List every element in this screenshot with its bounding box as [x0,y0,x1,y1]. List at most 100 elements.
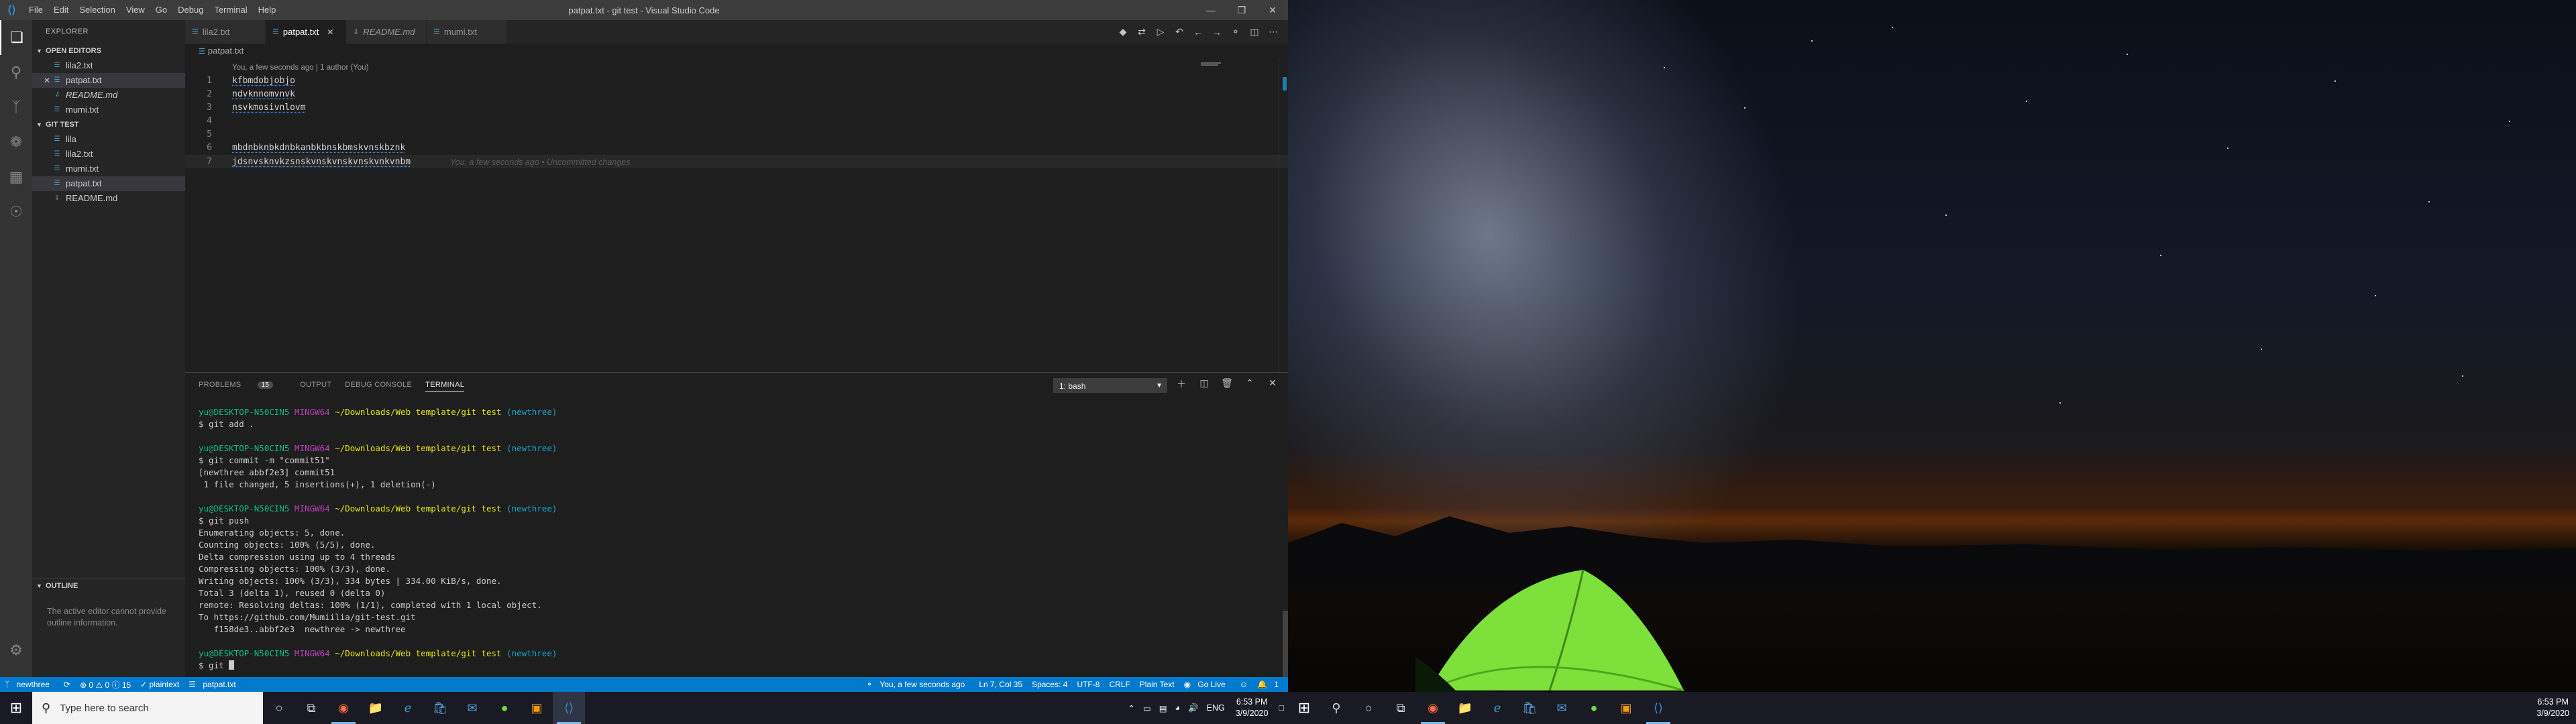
tab-output[interactable]: OUTPUT [300,381,331,389]
cortana-icon[interactable]: ○ [1352,692,1385,724]
firefox-icon[interactable]: ◉ [327,692,360,724]
menu-view[interactable]: View [121,0,150,20]
encoding-status[interactable]: UTF-8 [1072,680,1104,689]
indentation-status[interactable]: Spaces: 4 [1027,680,1072,689]
windows-start-icon[interactable]: ⊞ [1288,692,1320,724]
notifications-status[interactable]: 🔔 1 [1252,680,1288,689]
outline-header[interactable]: ▼ OUTLINE [32,578,185,593]
search-icon[interactable]: ⚲ [1320,692,1352,724]
blame-status[interactable]: ⚬ You, a few seconds ago [861,680,974,689]
run-icon[interactable]: ▷ [1151,26,1170,38]
source-control-icon[interactable]: ᛉ [0,90,32,125]
tab-readme[interactable]: ⇓ README.md [346,20,427,44]
language-indicator[interactable]: ENG [1203,703,1229,713]
file-explorer-icon[interactable]: 📁 [1449,692,1481,724]
split-terminal-icon[interactable]: ◫ [1193,377,1216,391]
cursor-position[interactable]: Ln 7, Col 35 [974,680,1027,689]
maximize-icon[interactable]: ❐ [1226,0,1257,20]
file-item[interactable]: ☰ lila2.txt [32,147,185,162]
menu-file[interactable]: File [23,0,48,20]
mail-icon[interactable]: ✉ [456,692,488,724]
taskbar-search[interactable]: ⚲ Type here to search [32,692,263,724]
app-orange-icon[interactable]: ▣ [1610,692,1642,724]
go-back-icon[interactable]: ↶ [1170,26,1189,38]
overview-ruler[interactable] [1279,58,1288,372]
breadcrumb[interactable]: ☰ patpat.txt [185,44,244,58]
upwork-icon[interactable]: ● [488,692,521,724]
prev-change-icon[interactable]: ← [1189,27,1208,38]
file-item[interactable]: ☰ mumi.txt [32,162,185,176]
close-icon[interactable]: ✕ [42,73,52,88]
tab-debug-console[interactable]: DEBUG CONSOLE [345,381,412,389]
task-view-icon[interactable]: ⧉ [1385,692,1417,724]
codelens-blame[interactable]: You, a few seconds ago | 1 author (You) [232,64,369,72]
firefox-icon[interactable]: ◉ [1417,692,1449,724]
plaintext-status[interactable]: ✓ plaintext [136,680,184,689]
feedback-icon[interactable]: ☺ [1235,680,1252,689]
terminal-output[interactable]: yu@DESKTOP-N50CIN5 MINGW64 ~/Downloads/W… [199,406,1272,672]
menu-go[interactable]: Go [150,0,172,20]
task-view-icon[interactable]: ⧉ [295,692,327,724]
terminal-select[interactable]: 1: bash ▼ [1053,378,1167,393]
network-icon[interactable]: ▤ [1155,703,1171,713]
next-change-icon[interactable]: → [1208,27,1226,38]
close-icon[interactable]: ✕ [1257,0,1288,20]
search-icon[interactable]: ⚲ [0,55,32,90]
debug-icon[interactable]: ❁ [0,125,32,160]
edge-icon[interactable]: ℯ [392,692,424,724]
split-editor-icon[interactable]: ◫ [1245,26,1264,38]
problems-status[interactable]: ⊗ 0 ⚠ 0 ⓘ 15 [75,679,136,690]
git-test-header[interactable]: ▼ GIT TEST [32,117,185,132]
terminal-input-line[interactable]: $ git [199,660,1272,672]
store-icon[interactable]: 🛍 [424,692,456,724]
file-item[interactable]: ☰ patpat.txt [32,176,185,191]
minimap[interactable] [1201,62,1228,68]
wifi-icon[interactable]: ◕ [1171,703,1185,713]
action-center-icon[interactable]: □ [1275,703,1288,713]
open-editors-header[interactable]: ▼ OPEN EDITORS [32,44,185,58]
gear-icon[interactable]: ⚙ [0,633,32,668]
upwork-icon[interactable]: ● [1578,692,1610,724]
file-status[interactable]: ☰ patpat.txt [184,680,245,689]
open-editor-item[interactable]: ⇓ README.md [32,88,185,103]
language-status[interactable]: Plain Text [1135,680,1179,689]
tab-mumi[interactable]: ☰ mumi.txt [427,20,507,44]
tab-terminal[interactable]: TERMINAL [425,381,465,392]
explorer-icon[interactable]: ❏ [0,20,32,55]
cortana-icon[interactable]: ○ [263,692,295,724]
trash-icon[interactable]: 🗑 [1216,377,1238,391]
tab-problems[interactable]: PROBLEMS 15 [199,381,286,389]
app-orange-icon[interactable]: ▣ [521,692,553,724]
menu-terminal[interactable]: Terminal [209,0,252,20]
go-live-button[interactable]: ◉ Go Live [1179,680,1235,689]
chevron-up-icon[interactable]: ⌃ [1124,703,1138,713]
tab-patpat[interactable]: ☰ patpat.txt ✕ [266,20,346,44]
clock[interactable]: 6:53 PM 3/9/2020 [2530,697,2576,719]
open-editor-item[interactable]: ☰ lila2.txt [32,58,185,73]
more-actions-icon[interactable]: ⋯ [1264,26,1283,38]
close-panel-icon[interactable]: ✕ [1261,377,1284,391]
menu-edit[interactable]: Edit [48,0,74,20]
menu-help[interactable]: Help [253,0,282,20]
file-explorer-icon[interactable]: 📁 [360,692,392,724]
extensions-icon[interactable]: ▦ [0,160,32,194]
battery-icon[interactable]: ▭ [1139,703,1155,713]
open-changes-icon[interactable]: ⇄ [1132,26,1151,38]
volume-icon[interactable]: 🔊 [1184,703,1203,713]
vscode-taskbar-icon[interactable]: ⟨⟩ [553,692,585,724]
blame-icon[interactable]: ⚬ [1226,26,1245,38]
store-icon[interactable]: 🛍 [1513,692,1546,724]
git-compare-icon[interactable]: ◆ [1114,26,1132,38]
file-item[interactable]: ⇓ README.md [32,191,185,206]
maximize-panel-icon[interactable]: ⌃ [1238,377,1261,391]
close-icon[interactable]: ✕ [327,27,333,37]
tab-lila2[interactable]: ☰ lila2.txt [185,20,266,44]
menu-debug[interactable]: Debug [172,0,209,20]
open-editor-item[interactable]: ✕ ☰ patpat.txt [32,73,185,88]
vscode-taskbar-icon[interactable]: ⟨⟩ [1642,692,1674,724]
clock[interactable]: 6:53 PM 3/9/2020 [1229,697,1275,719]
remote-icon[interactable]: ☉ [0,194,32,229]
edge-icon[interactable]: ℯ [1481,692,1513,724]
terminal-scrollbar[interactable] [1283,611,1288,678]
add-terminal-icon[interactable]: ＋ [1170,377,1193,391]
